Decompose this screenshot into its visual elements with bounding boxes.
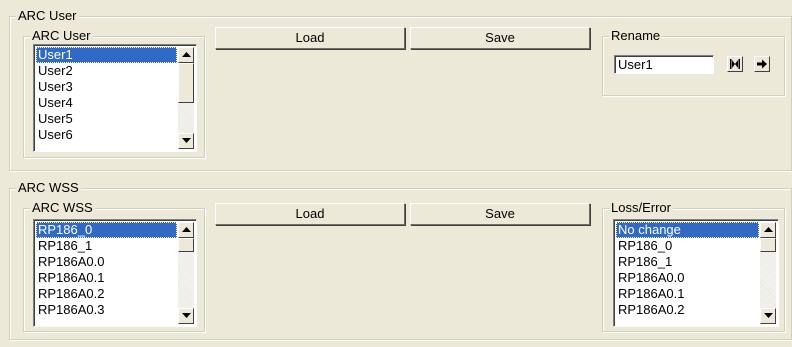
wss-listbox[interactable]: RP186_0 RP186_1 RP186A0.0 RP186A0.1 RP18… <box>33 219 197 327</box>
scroll-up-button[interactable] <box>178 47 194 63</box>
arrow-up-icon <box>764 227 773 232</box>
wss-load-button[interactable]: Load <box>215 203 405 225</box>
list-item[interactable]: RP186_1 <box>36 238 177 254</box>
arc-wss-list-title: ARC WSS <box>30 200 95 216</box>
wss-list-scrollbar[interactable] <box>178 222 194 324</box>
arrow-down-icon <box>182 138 191 143</box>
loss-error-listbox[interactable]: No change RP186_0 RP186_1 RP186A0.0 RP18… <box>613 219 779 327</box>
list-item[interactable]: User5 <box>36 111 177 127</box>
arc-user-list-title: ARC User <box>30 28 93 44</box>
rename-confirm-button[interactable] <box>727 56 743 72</box>
user-save-button[interactable]: Save <box>410 27 590 49</box>
user-list-scrollbar[interactable] <box>178 47 194 149</box>
scroll-down-button[interactable] <box>760 308 776 324</box>
loss-error-list-items: No change RP186_0 RP186_1 RP186A0.0 RP18… <box>616 222 759 324</box>
user-load-button[interactable]: Load <box>215 27 405 49</box>
list-item[interactable]: RP186A0.3 <box>36 302 177 318</box>
list-item[interactable]: RP186A0.2 <box>616 302 759 318</box>
scroll-up-button[interactable] <box>760 222 776 238</box>
arc-user-group-title: ARC User <box>16 8 79 24</box>
scroll-thumb[interactable] <box>178 238 194 252</box>
wss-save-button[interactable]: Save <box>410 203 590 225</box>
list-item[interactable]: RP186A0.2 <box>36 286 177 302</box>
rename-apply-button[interactable] <box>754 56 770 72</box>
list-item[interactable]: User6 <box>36 127 177 143</box>
list-item[interactable]: RP186_0 <box>36 222 177 238</box>
scroll-thumb[interactable] <box>178 63 194 103</box>
list-item[interactable]: RP186A0.1 <box>616 286 759 302</box>
loss-error-title: Loss/Error <box>609 200 673 216</box>
list-item[interactable]: RP186A0.1 <box>36 270 177 286</box>
user-listbox[interactable]: User1 User2 User3 User4 User5 User6 <box>33 44 197 152</box>
list-item[interactable]: RP186_1 <box>616 254 759 270</box>
arrow-right-icon <box>757 59 767 69</box>
arrow-down-icon <box>182 313 191 318</box>
list-item[interactable]: No change <box>616 222 759 238</box>
scroll-thumb[interactable] <box>760 238 776 252</box>
scroll-up-button[interactable] <box>178 222 194 238</box>
list-item[interactable]: User2 <box>36 63 177 79</box>
list-item[interactable]: User3 <box>36 79 177 95</box>
list-item[interactable]: RP186A0.0 <box>616 270 759 286</box>
scroll-down-button[interactable] <box>178 133 194 149</box>
scroll-down-button[interactable] <box>178 308 194 324</box>
wss-list-items: RP186_0 RP186_1 RP186A0.0 RP186A0.1 RP18… <box>36 222 177 324</box>
user-list-items: User1 User2 User3 User4 User5 User6 <box>36 47 177 149</box>
expand-arrows-icon <box>730 59 740 69</box>
rename-title: Rename <box>609 28 663 44</box>
list-item[interactable]: RP186_0 <box>616 238 759 254</box>
list-item[interactable]: User1 <box>36 47 177 63</box>
arrow-down-icon <box>764 313 773 318</box>
arrow-up-icon <box>182 227 191 232</box>
arrow-up-icon <box>182 52 191 57</box>
loss-error-scrollbar[interactable] <box>760 222 776 324</box>
list-item[interactable]: RP186A0.0 <box>36 254 177 270</box>
arc-wss-group-title: ARC WSS <box>16 180 81 196</box>
list-item[interactable]: User4 <box>36 95 177 111</box>
rename-input[interactable] <box>614 55 714 74</box>
